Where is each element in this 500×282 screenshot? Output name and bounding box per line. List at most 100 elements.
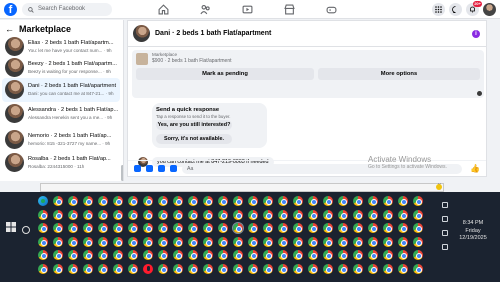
taskbar-app-icon[interactable] [353, 250, 363, 260]
taskbar-app-icon[interactable] [173, 209, 183, 220]
taskbar-app-icon[interactable] [83, 209, 93, 220]
taskbar-app-icon[interactable] [323, 250, 333, 260]
taskbar-app-icon[interactable] [293, 236, 303, 247]
conversation-item[interactable]: Beezy · 2 beds 1 bath Flat/apartm... Bee… [2, 56, 120, 80]
taskbar-app-icon[interactable] [398, 250, 408, 260]
taskbar-app-icon[interactable] [173, 196, 183, 206]
sticker-icon[interactable] [158, 165, 165, 172]
taskbar-app-icon[interactable] [98, 209, 108, 220]
taskbar-app-icon[interactable] [398, 209, 408, 220]
conversation-item[interactable]: Nemorio · 2 beds 1 bath Flat/ap... hemor… [2, 128, 120, 152]
taskbar-app-icon[interactable] [263, 236, 273, 247]
taskbar-app-icon[interactable] [158, 236, 168, 247]
taskbar-app-icon[interactable] [158, 223, 168, 233]
taskbar-app-icon[interactable] [413, 223, 423, 233]
taskbar-app-icon[interactable] [53, 250, 63, 260]
clock[interactable]: 8:34 PM Friday 12/19/2025 [458, 220, 488, 243]
listing-title[interactable]: $900 · 2 beds 1 bath Flat/apartment [152, 58, 232, 64]
taskbar-app-icon[interactable] [338, 209, 348, 220]
chat-contact-name[interactable]: Dani · 2 beds 1 bath Flat/apartment [155, 30, 271, 37]
taskbar-app-icon[interactable] [293, 196, 303, 206]
taskbar-app-icon[interactable] [38, 223, 48, 233]
taskbar-app-icon[interactable] [188, 236, 198, 247]
taskbar-app-icon[interactable] [188, 196, 198, 206]
taskbar-app-icon[interactable] [83, 196, 93, 206]
taskbar-app-icon[interactable] [233, 196, 243, 206]
taskbar-app-icon[interactable] [218, 209, 228, 220]
taskbar-app-icon[interactable] [203, 223, 213, 233]
info-icon[interactable]: i [472, 30, 480, 38]
taskbar-app-icon[interactable] [218, 236, 228, 247]
taskbar-app-icon[interactable] [293, 263, 303, 274]
taskbar-app-icon[interactable] [38, 209, 48, 220]
taskbar-app-icon[interactable] [143, 263, 153, 274]
listing-thumbnail[interactable] [136, 53, 148, 65]
taskbar-app-icon[interactable] [68, 196, 78, 206]
conversation-item[interactable]: Alessandra · 2 beds 1 bath Flat/ap... Al… [2, 102, 120, 126]
taskbar-app-icon[interactable] [68, 250, 78, 260]
taskbar-app-icon[interactable] [293, 209, 303, 220]
taskbar-app-icon[interactable] [278, 263, 288, 274]
taskbar-app-icon[interactable] [143, 250, 153, 260]
taskbar-app-icon[interactable] [398, 263, 408, 274]
facebook-logo-icon[interactable]: f [4, 3, 17, 16]
taskbar-app-icon[interactable] [68, 263, 78, 274]
taskbar-app-icon[interactable] [188, 263, 198, 274]
taskbar-app-icon[interactable] [248, 236, 258, 247]
taskbar-app-icon[interactable] [353, 236, 363, 247]
search-input[interactable]: Search Facebook [22, 3, 112, 16]
taskbar-app-icon[interactable] [368, 250, 378, 260]
taskbar-app-icon[interactable] [98, 263, 108, 274]
taskbar-app-icon[interactable] [98, 223, 108, 233]
taskbar-app-icon[interactable] [203, 236, 213, 247]
taskbar-app-icon[interactable] [143, 196, 153, 206]
messenger-button[interactable] [449, 3, 462, 16]
taskbar-app-icon[interactable] [263, 223, 273, 233]
taskbar-app-icon[interactable] [398, 196, 408, 206]
taskbar-app-icon[interactable] [383, 223, 393, 233]
taskbar-app-icon[interactable] [128, 236, 138, 247]
taskbar-app-icon[interactable] [398, 236, 408, 247]
taskbar-app-icon[interactable] [143, 209, 153, 220]
taskbar-app-icon[interactable] [368, 209, 378, 220]
taskbar-app-icon[interactable] [218, 263, 228, 274]
taskbar-app-icon[interactable] [323, 236, 333, 247]
taskbar-app-icon[interactable] [323, 263, 333, 274]
taskbar-app-icon[interactable] [113, 223, 123, 233]
taskbar-app-icon[interactable] [98, 196, 108, 206]
taskbar-app-icon[interactable] [383, 263, 393, 274]
taskbar-app-icon[interactable] [173, 263, 183, 274]
browser-bottom-bar[interactable]: × [40, 183, 444, 192]
taskbar-app-icon[interactable] [173, 223, 183, 233]
conversation-item[interactable]: Rosalba · 2 beds 1 bath Flat/ap... Rosal… [2, 151, 120, 175]
taskbar-app-icon[interactable] [248, 263, 258, 274]
taskbar-app-icon[interactable] [413, 196, 423, 206]
image-icon[interactable] [146, 165, 153, 172]
taskbar-app-icon[interactable] [188, 223, 198, 233]
taskbar-app-icon[interactable] [83, 263, 93, 274]
taskbar-app-icon[interactable] [233, 250, 243, 260]
taskbar-app-icon[interactable] [173, 250, 183, 260]
taskbar-app-icon[interactable] [368, 236, 378, 247]
windows-start-icon[interactable] [6, 222, 16, 232]
taskbar-app-icon[interactable] [338, 263, 348, 274]
friends-icon[interactable] [200, 4, 211, 15]
mark-as-pending-button[interactable]: Mark as pending [136, 68, 314, 80]
taskbar-app-icon[interactable] [338, 223, 348, 233]
taskbar-app-icon[interactable] [263, 209, 273, 220]
taskbar-app-icon[interactable] [368, 223, 378, 233]
taskbar-app-icon[interactable] [278, 209, 288, 220]
taskbar-app-icon[interactable] [368, 196, 378, 206]
taskbar-app-icon[interactable] [218, 196, 228, 206]
taskbar-app-icon[interactable] [368, 263, 378, 274]
taskbar-app-icon[interactable] [203, 209, 213, 220]
taskbar-app-icon[interactable] [413, 236, 423, 247]
taskbar-app-icon[interactable] [173, 236, 183, 247]
taskbar-app-icon[interactable] [113, 209, 123, 220]
taskbar-app-icon[interactable] [383, 196, 393, 206]
taskbar-app-icon[interactable] [38, 196, 48, 206]
taskbar-app-icon[interactable] [203, 196, 213, 206]
taskbar-app-icon[interactable] [188, 250, 198, 260]
profile-avatar[interactable] [483, 3, 496, 16]
taskbar-app-icon[interactable] [158, 263, 168, 274]
